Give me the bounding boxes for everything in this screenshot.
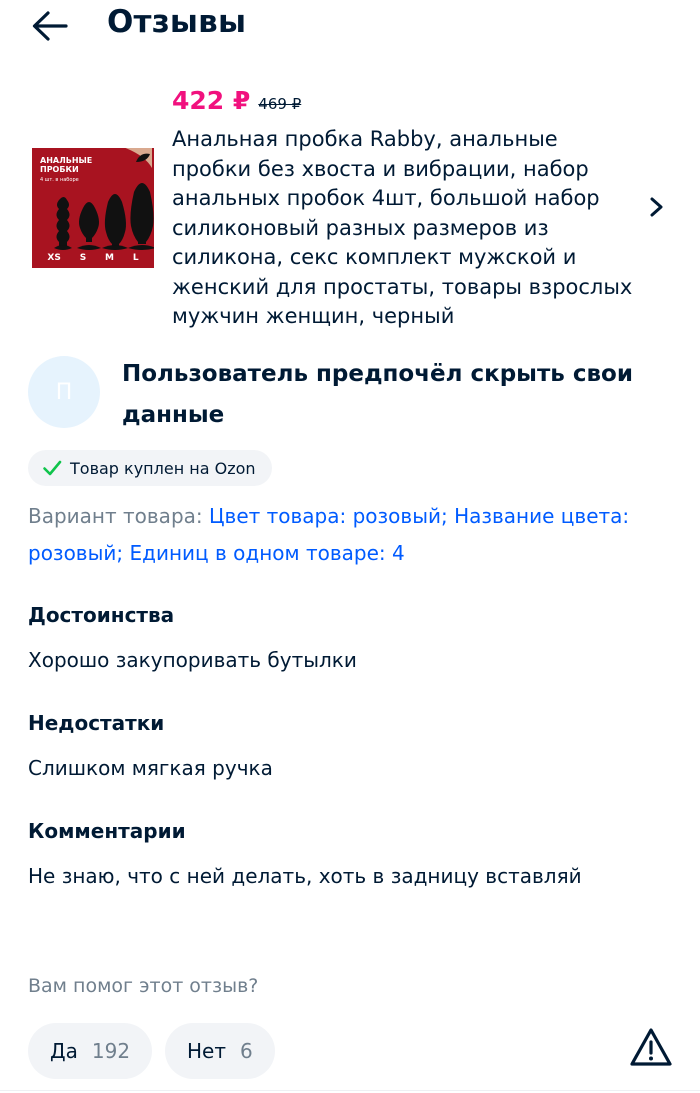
arrow-left-icon [32, 11, 68, 41]
vote-no-button[interactable]: Нет 6 [165, 1023, 275, 1079]
product-card[interactable]: АНАЛЬНЫЕ ПРОБКИ 4 шт. в наборе XS S M L … [0, 80, 700, 335]
report-button[interactable] [628, 1026, 674, 1070]
reviewer-name: Пользователь предпочёл скрыть свои данны… [122, 361, 633, 428]
thumbnail-size-label: XS [47, 253, 61, 263]
divider [0, 1090, 700, 1091]
thumbnail-title: АНАЛЬНЫЕ ПРОБКИ [40, 156, 93, 174]
avatar: П [28, 356, 100, 428]
check-icon [43, 460, 62, 476]
cons-title: Недостатки [28, 711, 165, 735]
chevron-right-icon[interactable] [644, 192, 670, 222]
pros-text: Хорошо закупоривать бутылки [28, 648, 357, 672]
variant-label: Вариант товара: [28, 504, 203, 528]
thumbnail-sizes: XS S M L [32, 253, 154, 263]
pros-title: Достоинства [28, 603, 175, 627]
avatar-letter: П [55, 379, 73, 405]
vote-yes-label: Да [50, 1039, 78, 1063]
thumbnail-size-label: M [105, 253, 114, 263]
vote-no-label: Нет [187, 1039, 226, 1063]
product-thumbnail: АНАЛЬНЫЕ ПРОБКИ 4 шт. в наборе XS S M L [32, 148, 154, 268]
purchased-badge: Товар куплен на Ozon [28, 450, 272, 486]
old-price: 469 ₽ [258, 95, 302, 113]
price-row: 422 ₽ 469 ₽ [172, 86, 301, 115]
product-variant: Вариант товара: Цвет товара: розовый; На… [28, 498, 696, 572]
thumbnail-size-label: L [132, 253, 139, 263]
product-name: Анальная пробка Rabby, анальные пробки б… [172, 127, 633, 328]
vote-yes-button[interactable]: Да 192 [28, 1023, 153, 1079]
back-button[interactable] [28, 6, 72, 46]
cons-text: Слишком мягкая ручка [28, 756, 273, 780]
thumbnail-subtitle: 4 шт. в наборе [40, 177, 79, 183]
vote-no-count: 6 [240, 1039, 253, 1063]
page-title: Отзывы [107, 4, 247, 40]
comment-title: Комментарии [28, 819, 186, 843]
helpful-question: Вам помог этот отзыв? [28, 975, 259, 997]
reviewer-block: П Пользователь предпочёл скрыть свои дан… [0, 348, 700, 438]
vote-yes-count: 192 [91, 1039, 131, 1063]
header: Отзывы [0, 0, 700, 56]
purchased-badge-label: Товар куплен на Ozon [70, 458, 256, 478]
thumbnail-size-label: S [79, 253, 87, 263]
comment-text: Не знаю, что с ней делать, хоть в задниц… [28, 864, 582, 888]
current-price: 422 ₽ [172, 86, 251, 115]
warning-triangle-icon [630, 1028, 672, 1066]
